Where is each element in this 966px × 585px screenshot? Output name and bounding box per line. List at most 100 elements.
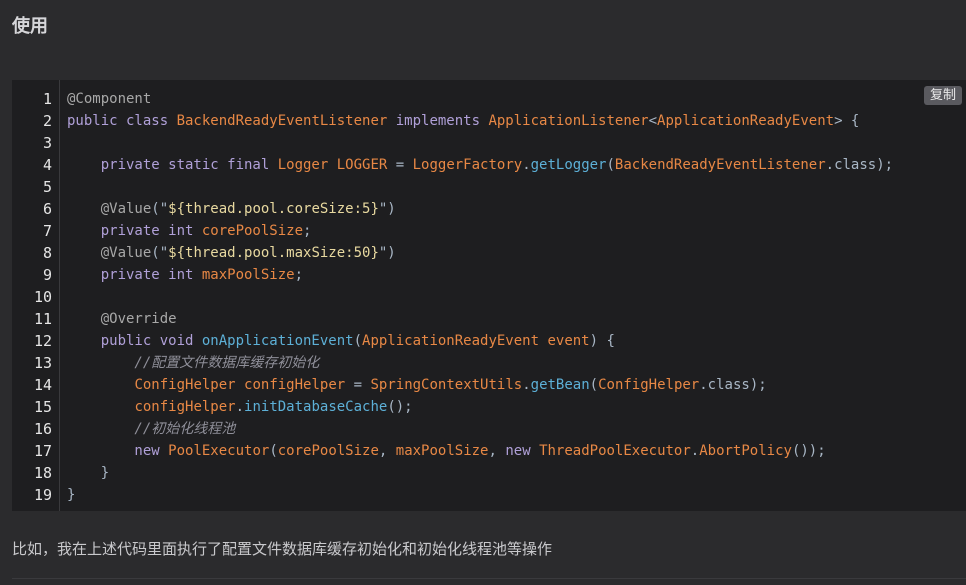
line-number: 8 [42, 244, 52, 262]
code-line: private int maxPoolSize; [67, 264, 966, 286]
code-token: implements [387, 113, 489, 129]
code-token: ; [303, 223, 312, 239]
code-token: . [235, 399, 245, 415]
code-token: ConfigHelper [598, 377, 700, 393]
code-token: PoolExecutor [168, 443, 270, 459]
code-token: event [547, 333, 590, 349]
code-line: } [67, 462, 966, 484]
line-number: 4 [42, 156, 52, 174]
code-token: .class); [825, 157, 894, 173]
code-token: . [522, 157, 531, 173]
body-paragraph: 比如，我在上述代码里面执行了配置文件数据库缓存初始化和初始化线程池等操作 [12, 540, 553, 558]
line-number: 2 [42, 112, 52, 130]
line-number: 10 [33, 288, 52, 306]
line-number: 5 [42, 178, 52, 196]
code-token: public class [67, 113, 177, 129]
code-token: private int [67, 267, 202, 283]
code-line: public class BackendReadyEventListener i… [67, 110, 966, 132]
code-token: ( [353, 333, 363, 349]
gutter-divider [59, 80, 60, 511]
code-token: corePoolSize [201, 223, 304, 239]
section-heading: 使用 [12, 16, 48, 37]
code-content: @Component public class BackendReadyEvent… [67, 88, 966, 506]
code-token: configHelper [134, 399, 236, 415]
code-token: ThreadPoolExecutor [539, 443, 691, 459]
code-token: maxPoolSize [395, 443, 489, 459]
code-token: getLogger [530, 157, 607, 173]
code-token: } [67, 487, 76, 503]
line-number: 1 [42, 90, 52, 108]
section-divider [12, 578, 966, 579]
code-token: @Value [67, 245, 152, 261]
line-number: 17 [33, 442, 52, 460]
line-number: 18 [33, 464, 52, 482]
code-token: > { [834, 113, 860, 129]
code-line: private static final Logger LOGGER = Log… [67, 154, 966, 176]
line-number: 12 [33, 332, 52, 350]
code-token: . [690, 443, 700, 459]
code-token: , [488, 443, 506, 459]
code-token: < [648, 113, 658, 129]
code-block: 复制 1 2 3 4 5 6 7 8 9 10 11 12 13 14 15 16 17 18 19 @Compon… [12, 80, 966, 511]
code-token: BackendReadyEventListener [176, 113, 388, 129]
code-token: SpringContextUtils [370, 377, 523, 393]
code-line: configHelper.initDatabaseCache(); [67, 396, 966, 418]
code-token: @Value [67, 201, 152, 217]
code-line: //配置文件数据库缓存初始化 [67, 352, 966, 374]
line-number: 3 [42, 134, 52, 152]
code-line: @Value("${thread.pool.coreSize:5}") [67, 198, 966, 220]
code-token: LOGGER [336, 157, 388, 173]
code-token: = [387, 157, 413, 173]
line-number: 16 [33, 420, 52, 438]
line-number: 13 [33, 354, 52, 372]
code-token: maxPoolSize [201, 267, 295, 283]
code-token: ${thread.pool.coreSize:5} [168, 201, 379, 217]
code-token: ApplicationReadyEvent [362, 333, 540, 349]
code-token: ApplicationReadyEvent [657, 113, 835, 129]
code-token: ") [378, 245, 396, 261]
code-line: ConfigHelper configHelper = SpringContex… [67, 374, 966, 396]
line-number: 7 [42, 222, 52, 240]
code-token: @Override [67, 311, 177, 327]
code-token: public void [67, 333, 202, 349]
code-line: private int corePoolSize; [67, 220, 966, 242]
code-token: ApplicationListener [488, 113, 649, 129]
code-token: new [505, 443, 540, 459]
code-token: corePoolSize [277, 443, 379, 459]
line-number: 11 [33, 310, 52, 328]
code-token: private static final [67, 157, 278, 173]
code-token: @Component [67, 91, 152, 107]
code-token: ConfigHelper [134, 377, 236, 393]
line-number: 19 [33, 486, 52, 504]
line-number: 9 [42, 266, 52, 284]
code-token: . [522, 377, 531, 393]
code-token: ) { [589, 333, 615, 349]
code-token: new [67, 443, 169, 459]
code-token: (" [151, 201, 169, 217]
code-token: ( [606, 157, 615, 173]
code-token: .class); [699, 377, 767, 393]
line-number-gutter: 1 2 3 4 5 6 7 8 9 10 11 12 13 14 15 16 17 18 19 [12, 88, 59, 506]
code-token: //初始化线程池 [67, 421, 236, 437]
code-token: AbortPolicy [699, 443, 792, 459]
code-token: (" [151, 245, 169, 261]
code-token: BackendReadyEventListener [614, 157, 826, 173]
code-token: ( [589, 377, 599, 393]
code-token: ; [294, 267, 304, 283]
code-token: Logger [277, 157, 329, 173]
code-token: ( [269, 443, 278, 459]
code-token: configHelper [244, 377, 346, 393]
code-line: @Override [67, 308, 966, 330]
code-token: LoggerFactory [412, 157, 523, 173]
code-token: ()); [791, 443, 826, 459]
code-token: , [378, 443, 396, 459]
code-token: initDatabaseCache [244, 399, 388, 415]
code-line: new PoolExecutor(corePoolSize, maxPoolSi… [67, 440, 966, 462]
code-line: //初始化线程池 [67, 418, 966, 440]
